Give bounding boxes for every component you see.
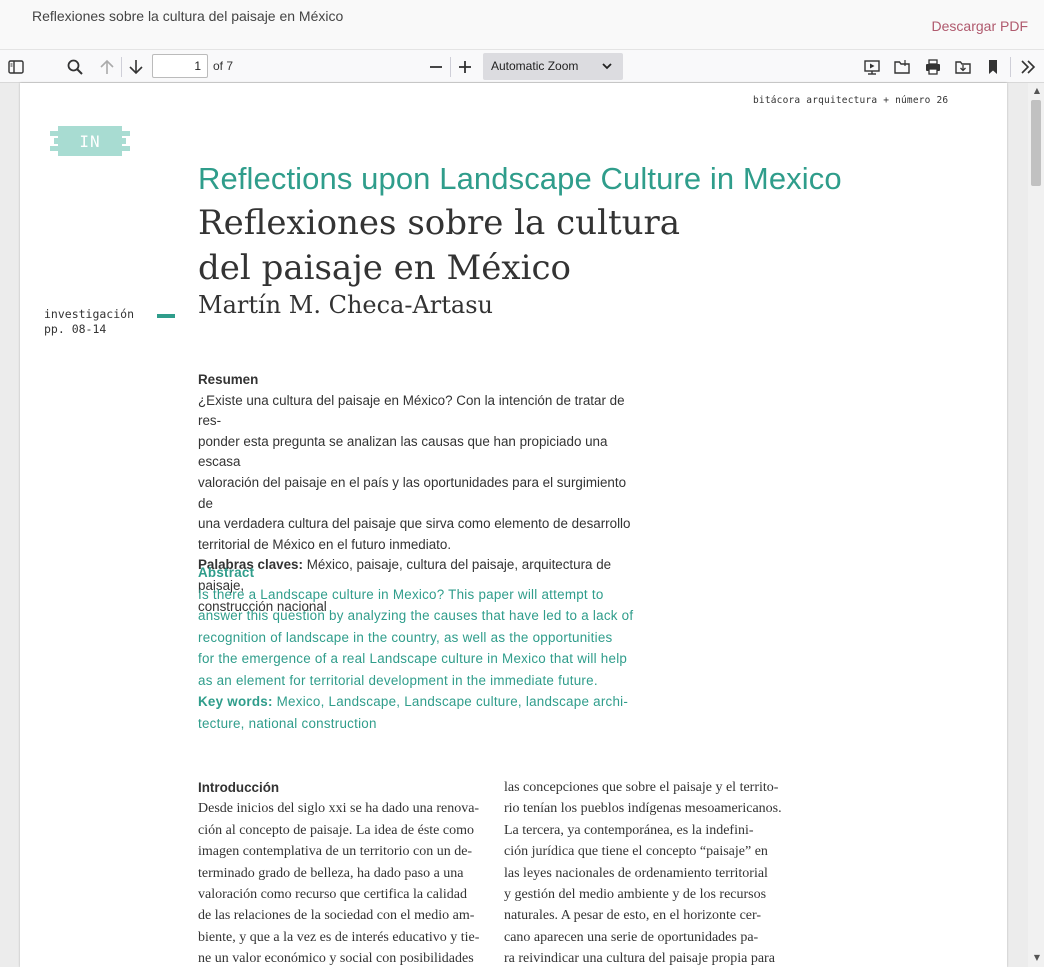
body-line: las leyes nacionales de ordenamiento ter… bbox=[504, 865, 768, 881]
keywords-line: tecture, national construction bbox=[198, 715, 377, 731]
previous-page-icon[interactable] bbox=[94, 54, 120, 79]
zoom-in-icon[interactable] bbox=[452, 54, 478, 79]
body-line: rio tenían los pueblos indígenas mesoame… bbox=[504, 801, 782, 817]
document-title: Reflexiones sobre la cultura del paisaje… bbox=[32, 8, 344, 24]
body-line: y gestión del medio ambiente y de los re… bbox=[504, 887, 767, 903]
abstract-block: Abstract Is there a Landscape culture in… bbox=[198, 562, 638, 734]
page-count: of 7 bbox=[213, 59, 234, 73]
abstract-line: for the emergence of a real Landscape cu… bbox=[198, 651, 628, 666]
body-column-left: Introducción Desde inicios del siglo xxi… bbox=[198, 777, 491, 967]
body-line: La tercera, ya contemporánea, es la inde… bbox=[504, 822, 754, 838]
resumen-line: ponder esta pregunta se analizan las cau… bbox=[198, 433, 608, 470]
page-number-input[interactable] bbox=[152, 54, 208, 78]
scrollbar-thumb[interactable] bbox=[1031, 100, 1041, 186]
body-column-right: las concepciones que sobre el paisaje y … bbox=[504, 777, 792, 967]
spanish-title-line: Reflexiones sobre la cultura bbox=[198, 203, 681, 243]
body-line: las concepciones que sobre el paisaje y … bbox=[504, 780, 779, 795]
sidebar-toggle-icon[interactable] bbox=[3, 54, 29, 79]
resumen-line: territorial de México en el futuro inmed… bbox=[198, 536, 452, 552]
spanish-title-line: del paisaje en México bbox=[198, 248, 571, 288]
body-line: ción jurídica que tiene el concepto “pai… bbox=[504, 844, 768, 860]
resumen-line: ¿Existe una cultura del paisaje en Méxic… bbox=[198, 392, 625, 429]
abstract-line: Is there a Landscape culture in Mexico? … bbox=[198, 586, 604, 602]
badge-label: IN bbox=[79, 132, 101, 151]
keywords-text: Mexico, Landscape, Landscape culture, la… bbox=[272, 694, 629, 709]
keywords-line: Key words: Mexico, Landscape, Landscape … bbox=[198, 691, 638, 713]
tools-icon[interactable] bbox=[1015, 54, 1041, 79]
spanish-title: Reflexiones sobre la cultura del paisaje… bbox=[198, 201, 758, 291]
zoom-value: Automatic Zoom bbox=[491, 59, 579, 73]
scroll-up-icon[interactable]: ▲ bbox=[1034, 86, 1040, 95]
body-line: ne un valor económico y social con posib… bbox=[198, 951, 474, 967]
search-icon[interactable] bbox=[62, 54, 88, 79]
open-file-icon[interactable] bbox=[889, 54, 915, 79]
english-title: Reflections upon Landscape Culture in Me… bbox=[198, 161, 842, 196]
scroll-down-icon[interactable]: ▼ bbox=[1034, 953, 1040, 962]
author-name: Martín M. Checa-Artasu bbox=[198, 291, 494, 319]
body-line: cano aparecen una serie de oportunidades… bbox=[504, 929, 759, 945]
body-line: naturales. A pesar de esto, en el horizo… bbox=[504, 908, 762, 924]
vertical-scrollbar[interactable] bbox=[1028, 83, 1044, 967]
abstract-heading: Abstract bbox=[198, 565, 255, 580]
zoom-out-icon[interactable] bbox=[423, 54, 449, 79]
body-line: valoración como recurso que certifica la… bbox=[198, 887, 467, 903]
pdf-viewer[interactable]: bitácora arquitectura + número 26 IN Ref… bbox=[0, 83, 1044, 967]
resumen-line: una verdadera cultura del paisaje que si… bbox=[198, 516, 631, 532]
body-line: biente, y que a la vez es de interés edu… bbox=[198, 929, 480, 945]
resumen-heading: Resumen bbox=[198, 372, 259, 387]
section-name: investigación bbox=[44, 307, 135, 321]
pdf-page: bitácora arquitectura + número 26 IN Ref… bbox=[20, 83, 1007, 967]
body-line: imagen contemplativa de un territorio co… bbox=[198, 844, 473, 860]
print-icon[interactable] bbox=[920, 54, 946, 79]
abstract-line: answer this question by analyzing the ca… bbox=[198, 608, 634, 623]
bookmark-icon[interactable] bbox=[980, 54, 1006, 79]
body-line: terminado grado de belleza, ha dado paso… bbox=[198, 865, 464, 881]
resumen-line: valoración del paisaje en el país y las … bbox=[198, 474, 627, 511]
intro-heading: Introducción bbox=[198, 780, 280, 795]
page-range: pp. 08-14 bbox=[44, 322, 107, 336]
keywords-label: Key words: bbox=[198, 694, 273, 709]
next-page-icon[interactable] bbox=[123, 54, 149, 79]
download-pdf-link[interactable]: Descargar PDF bbox=[932, 18, 1028, 34]
presentation-icon[interactable] bbox=[859, 54, 885, 79]
abstract-line: recognition of landscape in the country,… bbox=[198, 629, 613, 645]
download-icon[interactable] bbox=[950, 54, 976, 79]
section-badge: IN bbox=[50, 126, 130, 156]
body-line: Desde inicios del siglo xxi se ha dado u… bbox=[198, 801, 480, 817]
body-line: ción al concepto de paisaje. La idea de … bbox=[198, 822, 474, 838]
body-line: de las relaciones de la sociedad con el … bbox=[198, 908, 475, 924]
chevron-down-icon bbox=[602, 63, 612, 70]
toolbar-separator bbox=[121, 57, 122, 77]
zoom-select[interactable]: Automatic Zoom bbox=[483, 53, 623, 80]
toolbar-separator bbox=[1010, 57, 1011, 77]
section-marker bbox=[157, 314, 175, 318]
body-line: ra reivindicar una cultura del paisaje p… bbox=[504, 951, 775, 967]
abstract-line: as an element for territorial developmen… bbox=[198, 672, 598, 688]
journal-header: bitácora arquitectura + número 26 bbox=[753, 95, 949, 106]
title-bar: Reflexiones sobre la cultura del paisaje… bbox=[0, 0, 1044, 50]
section-label: investigación pp. 08-14 bbox=[44, 307, 134, 337]
toolbar-separator bbox=[450, 57, 451, 77]
